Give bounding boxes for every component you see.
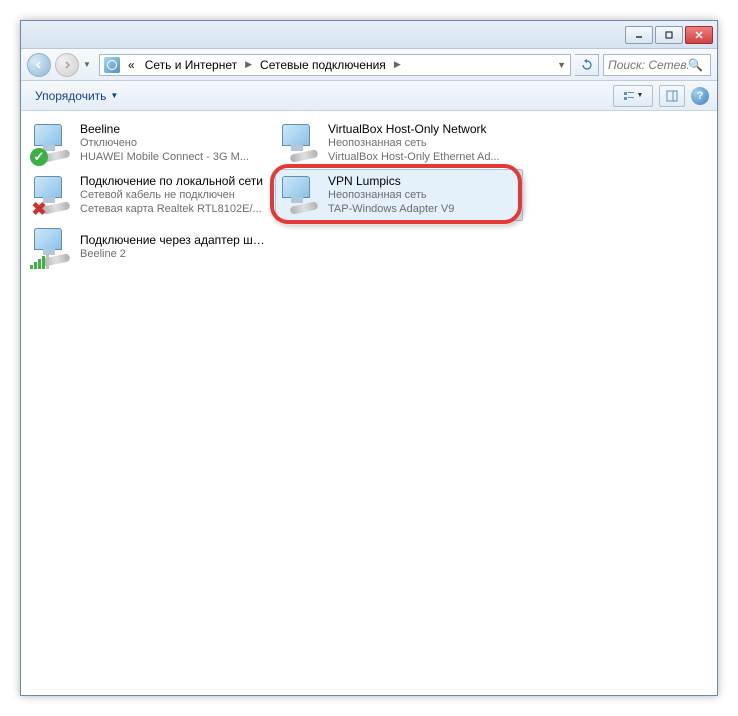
maximize-button[interactable]: [655, 26, 683, 44]
connection-item[interactable]: VirtualBox Host-Only NetworkНеопознанная…: [275, 117, 523, 169]
address-dropdown-icon[interactable]: ▼: [557, 60, 566, 70]
forward-button[interactable]: [55, 53, 79, 77]
connection-status: Неопознанная сеть: [328, 189, 454, 203]
connection-device: TAP-Windows Adapter V9: [328, 203, 454, 217]
connection-status: Сетевой кабель не подключен: [80, 189, 263, 203]
chevron-down-icon: ▼: [637, 92, 644, 99]
connection-name: Beeline: [80, 122, 249, 137]
chevron-right-icon[interactable]: ▶: [243, 59, 254, 70]
connection-name: Подключение по локальной сети: [80, 174, 263, 189]
connection-item[interactable]: ✓ BeelineОтключеноHUAWEI Mobile Connect -…: [27, 117, 275, 169]
connection-item[interactable]: ✖ Подключение по локальной сетиСетевой ка…: [27, 169, 275, 221]
organize-button[interactable]: Упорядочить ▼: [29, 86, 124, 106]
toolbar: Упорядочить ▼ ▼ ?: [21, 81, 717, 111]
crumb-network[interactable]: Сеть и Интернет: [141, 56, 241, 74]
connection-item[interactable]: Подключение через адаптер широкополосной…: [27, 221, 275, 273]
back-button[interactable]: [27, 53, 51, 77]
network-adapter-icon: ✓: [32, 122, 74, 164]
breadcrumb: « Сеть и Интернет ▶ Сетевые подключения …: [124, 56, 553, 74]
view-options-button[interactable]: ▼: [613, 85, 653, 107]
connection-status: Неопознанная сеть: [328, 137, 500, 151]
address-bar[interactable]: « Сеть и Интернет ▶ Сетевые подключения …: [99, 54, 571, 76]
connection-device: Сетевая карта Realtek RTL8102E/...: [80, 203, 263, 217]
titlebar: [21, 21, 717, 49]
crumb-root[interactable]: «: [124, 56, 139, 74]
history-dropdown-icon[interactable]: ▼: [83, 60, 95, 69]
connection-name: VPN Lumpics: [328, 174, 454, 189]
refresh-button[interactable]: [575, 54, 599, 76]
search-icon: 🔍: [688, 58, 703, 72]
network-adapter-icon: [280, 122, 322, 164]
search-input[interactable]: [608, 58, 688, 72]
search-box[interactable]: 🔍: [603, 54, 711, 76]
network-adapter-icon: [32, 226, 74, 268]
crumb-connections[interactable]: Сетевые подключения: [256, 56, 390, 74]
connection-device: VirtualBox Host-Only Ethernet Ad...: [328, 151, 500, 165]
connection-item[interactable]: VPN LumpicsНеопознанная сетьTAP-Windows …: [275, 169, 523, 221]
network-adapter-icon: ✖: [32, 174, 74, 216]
connection-device: HUAWEI Mobile Connect - 3G M...: [80, 151, 249, 165]
network-adapter-icon: [280, 174, 322, 216]
chevron-down-icon: ▼: [110, 91, 118, 100]
nav-bar: ▼ « Сеть и Интернет ▶ Сетевые подключени…: [21, 49, 717, 81]
organize-label: Упорядочить: [35, 89, 106, 103]
help-button[interactable]: ?: [691, 87, 709, 105]
connection-status: Beeline 2: [80, 248, 270, 262]
explorer-window: ▼ « Сеть и Интернет ▶ Сетевые подключени…: [20, 20, 718, 696]
content-area: ✓ BeelineОтключеноHUAWEI Mobile Connect -…: [21, 111, 717, 695]
minimize-button[interactable]: [625, 26, 653, 44]
connection-name: VirtualBox Host-Only Network: [328, 122, 500, 137]
connection-name: Подключение через адаптер широкополосной…: [80, 233, 270, 248]
preview-pane-button[interactable]: [659, 85, 685, 107]
close-button[interactable]: [685, 26, 713, 44]
network-location-icon: [104, 57, 120, 73]
connection-status: Отключено: [80, 137, 249, 151]
chevron-right-icon[interactable]: ▶: [392, 59, 403, 70]
